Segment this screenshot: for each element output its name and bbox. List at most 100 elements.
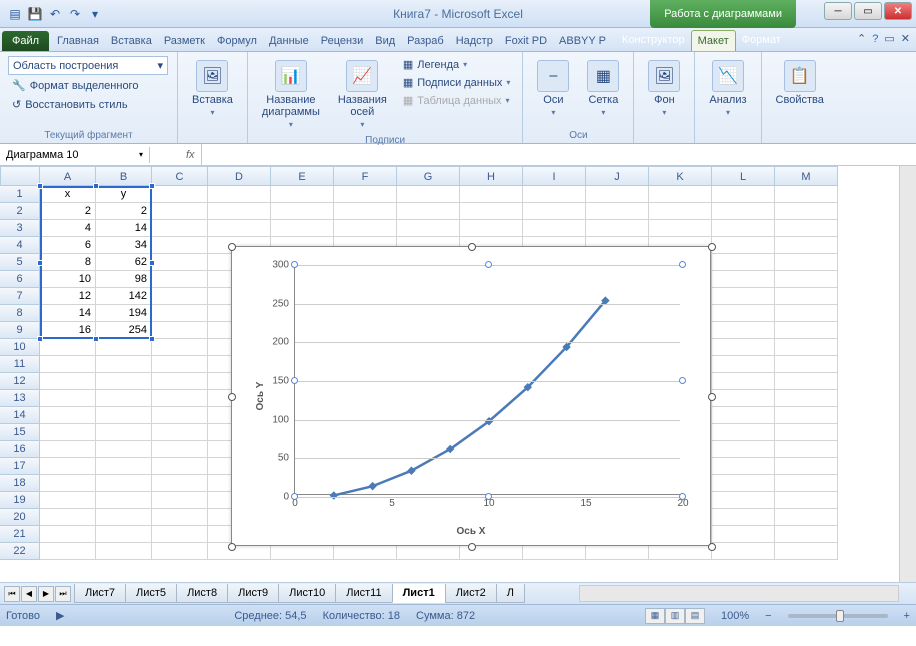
background-button[interactable]: 🖼Фон (642, 56, 686, 121)
cell[interactable] (152, 305, 208, 322)
tab-Вид[interactable]: Вид (369, 31, 401, 51)
tab-Макет[interactable]: Макет (691, 30, 736, 51)
select-all-corner[interactable] (0, 166, 40, 186)
cell[interactable] (96, 458, 152, 475)
column-header[interactable]: E (271, 166, 334, 186)
cell[interactable] (96, 390, 152, 407)
cell[interactable] (96, 356, 152, 373)
chart-title-button[interactable]: 📊Название диаграммы (256, 56, 326, 133)
cell[interactable] (152, 339, 208, 356)
cell[interactable] (712, 322, 775, 339)
insert-button[interactable]: 🖼Вставка (186, 56, 239, 121)
row-header[interactable]: 21 (0, 526, 40, 543)
column-header[interactable]: F (334, 166, 397, 186)
cell[interactable] (775, 220, 838, 237)
cell[interactable] (40, 526, 96, 543)
cell[interactable] (712, 237, 775, 254)
cell[interactable] (334, 186, 397, 203)
resize-handle[interactable] (708, 543, 716, 551)
row-header[interactable]: 20 (0, 509, 40, 526)
cell[interactable] (152, 322, 208, 339)
cell[interactable] (152, 373, 208, 390)
tab-Вставка[interactable]: Вставка (105, 31, 158, 51)
cell[interactable]: 16 (40, 322, 96, 339)
cell[interactable] (586, 203, 649, 220)
cell[interactable] (775, 492, 838, 509)
cell[interactable] (208, 186, 271, 203)
cell[interactable] (775, 509, 838, 526)
tab-Разметк[interactable]: Разметк (158, 31, 211, 51)
doc-close-icon[interactable]: ✕ (901, 32, 910, 45)
cell[interactable] (586, 220, 649, 237)
cell[interactable] (208, 203, 271, 220)
row-header[interactable]: 22 (0, 543, 40, 560)
row-header[interactable]: 4 (0, 237, 40, 254)
cell[interactable] (152, 543, 208, 560)
column-header[interactable]: I (523, 166, 586, 186)
qat-more-icon[interactable]: ▾ (86, 5, 104, 23)
cell[interactable] (152, 254, 208, 271)
cell[interactable] (40, 475, 96, 492)
row-header[interactable]: 2 (0, 203, 40, 220)
resize-handle[interactable] (228, 543, 236, 551)
plot-area[interactable]: 05010015020025030005101520 (294, 265, 680, 495)
cell[interactable] (712, 203, 775, 220)
redo-icon[interactable]: ↷ (66, 5, 84, 23)
tab-Формат[interactable]: Формат (736, 30, 787, 51)
view-normal-icon[interactable]: ▦ (645, 608, 665, 624)
tab-Foxit PD[interactable]: Foxit PD (499, 31, 553, 51)
properties-button[interactable]: 📋Свойства (770, 56, 830, 110)
x-axis-label[interactable]: Ось X (457, 526, 486, 537)
cell[interactable] (152, 203, 208, 220)
cell[interactable] (712, 441, 775, 458)
column-header[interactable]: C (152, 166, 208, 186)
cell[interactable] (775, 203, 838, 220)
cell[interactable] (40, 492, 96, 509)
cell[interactable] (397, 186, 460, 203)
cell[interactable] (523, 220, 586, 237)
cell[interactable] (96, 339, 152, 356)
row-header[interactable]: 7 (0, 288, 40, 305)
cell[interactable] (152, 186, 208, 203)
sheet-nav-first[interactable]: ⏮ (4, 586, 20, 602)
cell[interactable] (334, 220, 397, 237)
cell[interactable] (460, 220, 523, 237)
cell[interactable] (775, 441, 838, 458)
cell[interactable] (96, 509, 152, 526)
cell[interactable] (152, 271, 208, 288)
doc-restore-icon[interactable]: ▭ (884, 32, 894, 45)
row-header[interactable]: 16 (0, 441, 40, 458)
y-axis-label[interactable]: Ось Y (255, 382, 266, 411)
fx-icon[interactable]: fx (180, 144, 202, 165)
cell[interactable] (271, 203, 334, 220)
cell[interactable] (334, 203, 397, 220)
cell[interactable] (775, 526, 838, 543)
sheet-tab[interactable]: Лист2 (445, 584, 497, 603)
cell[interactable] (397, 203, 460, 220)
cell[interactable]: 62 (96, 254, 152, 271)
cell[interactable]: x (40, 186, 96, 203)
maximize-button[interactable]: ▭ (854, 2, 882, 20)
column-header[interactable]: A (40, 166, 96, 186)
cell[interactable] (96, 407, 152, 424)
row-header[interactable]: 13 (0, 390, 40, 407)
tab-ABBYY P[interactable]: ABBYY P (553, 31, 612, 51)
cell[interactable]: 2 (40, 203, 96, 220)
cell[interactable] (712, 271, 775, 288)
cell[interactable] (152, 458, 208, 475)
sheet-tab[interactable]: Лист10 (278, 584, 336, 603)
tab-Формул[interactable]: Формул (211, 31, 263, 51)
row-header[interactable]: 8 (0, 305, 40, 322)
cell[interactable] (271, 186, 334, 203)
row-header[interactable]: 3 (0, 220, 40, 237)
cell[interactable]: 98 (96, 271, 152, 288)
cell[interactable] (40, 458, 96, 475)
axes-button[interactable]: ⎯Оси (531, 56, 575, 121)
cell[interactable]: 14 (96, 220, 152, 237)
cell[interactable] (649, 186, 712, 203)
column-header[interactable]: J (586, 166, 649, 186)
column-header[interactable]: D (208, 166, 271, 186)
cell[interactable] (712, 475, 775, 492)
cell[interactable] (40, 373, 96, 390)
cell[interactable]: y (96, 186, 152, 203)
